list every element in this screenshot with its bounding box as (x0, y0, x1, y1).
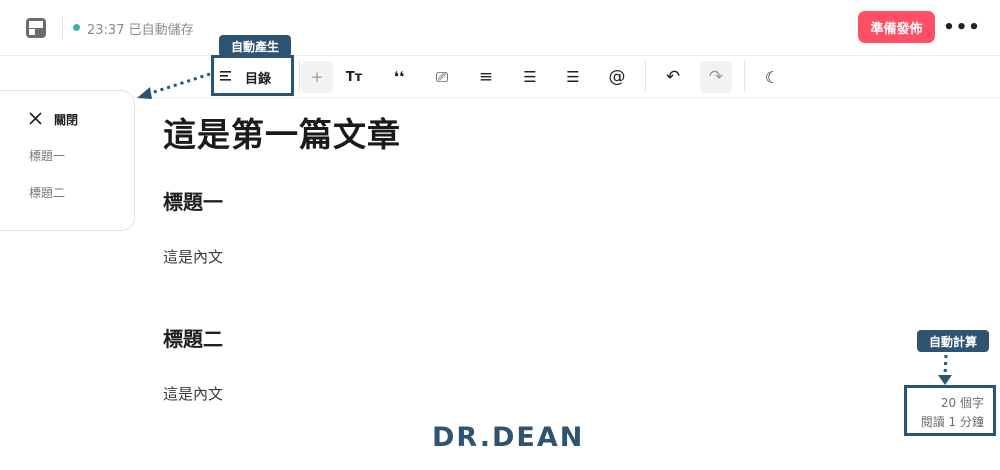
outline-item[interactable]: 標題二 (29, 184, 65, 201)
embed-icon[interactable]: ⎚ (426, 61, 458, 93)
outline-item[interactable]: 標題一 (29, 147, 65, 164)
undo-icon[interactable]: ↶ (657, 61, 689, 93)
bullet-list-icon[interactable]: ☰ (514, 61, 546, 93)
toolbar-divider (744, 60, 745, 92)
redo-icon[interactable]: ↷ (700, 61, 732, 93)
section-body[interactable]: 這是內文 (163, 383, 223, 404)
toolbar-divider (299, 60, 300, 92)
quote-icon[interactable]: ❛❛ (383, 61, 415, 93)
toc-arrow (137, 72, 211, 99)
plus-icon[interactable]: + (301, 61, 333, 93)
word-count: 20 個字 (940, 396, 984, 410)
app-logo-icon[interactable] (26, 18, 46, 38)
close-outline-button[interactable]: 關閉 (54, 111, 78, 128)
watermark-logo: DR.DEAN (432, 422, 585, 453)
toc-label: 目錄 (245, 72, 272, 87)
document-title[interactable]: 這是第一篇文章 (163, 108, 401, 156)
align-center-icon[interactable]: ≡ (470, 61, 502, 93)
publish-button[interactable]: 準備發佈 (858, 11, 935, 43)
save-status-dot-icon (73, 24, 80, 31)
more-options-icon[interactable]: ••• (943, 14, 980, 40)
font-size-icon[interactable]: Tт (338, 61, 370, 93)
reading-time: 閱讀 1 分鐘 (920, 415, 984, 429)
toc-icon (220, 71, 231, 81)
toolbar-divider (645, 60, 646, 92)
numbered-list-icon[interactable]: ☰ (557, 61, 589, 93)
toc-callout: 自動產生 (219, 35, 291, 57)
dark-mode-icon[interactable]: ☾ (756, 61, 788, 93)
save-status: 23:37 已自動儲存 (87, 23, 194, 38)
close-icon[interactable] (29, 112, 42, 125)
section-body[interactable]: 這是內文 (163, 246, 223, 267)
count-callout: 自動計算 (917, 330, 989, 352)
count-arrow (938, 354, 952, 385)
section-heading[interactable]: 標題二 (163, 323, 223, 352)
header-divider (62, 17, 63, 39)
mention-icon[interactable]: @ (601, 61, 633, 93)
section-heading[interactable]: 標題一 (163, 186, 223, 215)
